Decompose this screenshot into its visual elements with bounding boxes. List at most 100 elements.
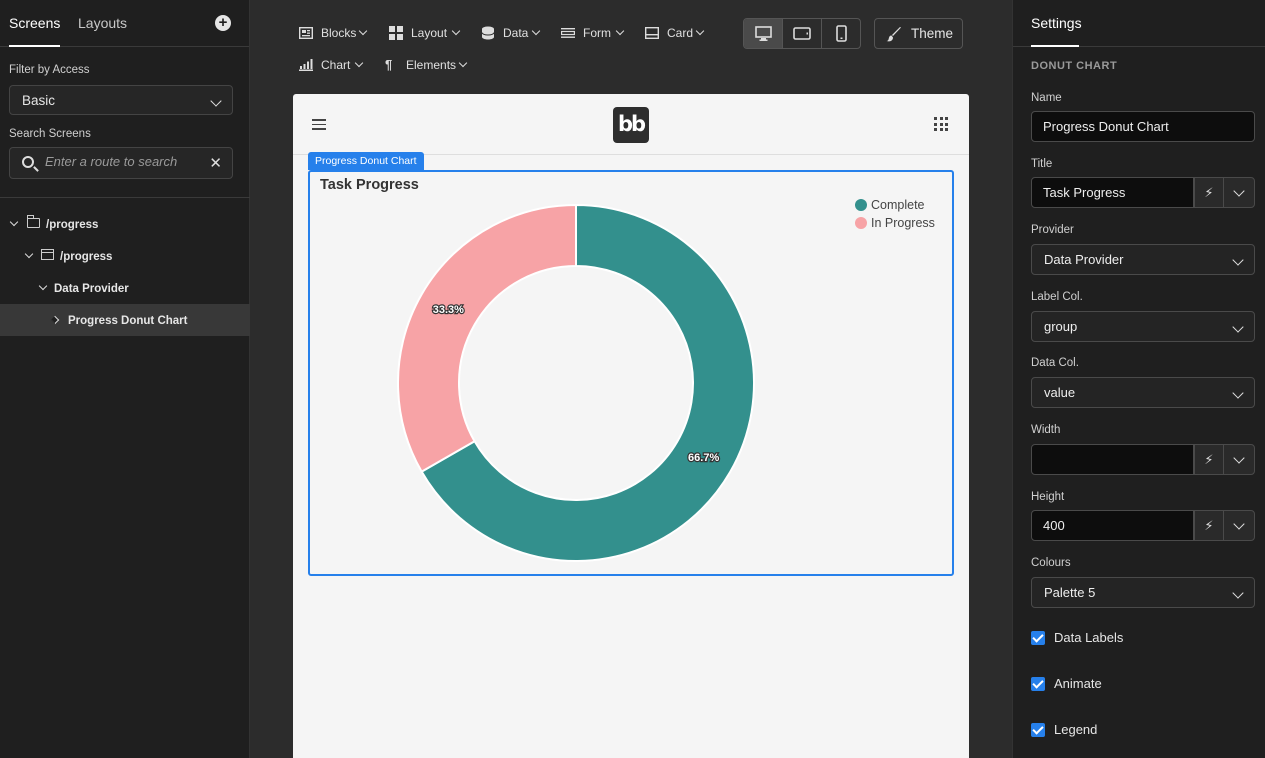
- tree-item-data-provider[interactable]: Data Provider: [0, 272, 250, 304]
- checkbox-checked-icon[interactable]: [1031, 677, 1045, 691]
- name-label: Name: [1031, 92, 1062, 104]
- tablet-view-button[interactable]: [783, 19, 822, 48]
- section-title: DONUT CHART: [1031, 60, 1118, 72]
- donut-data-label: 66.7%: [688, 452, 719, 464]
- data-col-value: value: [1044, 385, 1076, 400]
- donut-data-label: 33.3%: [433, 304, 464, 316]
- width-label: Width: [1031, 424, 1061, 436]
- donut-slice-in-progress[interactable]: [397, 203, 577, 474]
- toolbar-card[interactable]: Card: [645, 26, 705, 42]
- lightning-icon[interactable]: ⚡: [1194, 444, 1224, 475]
- toolbar-label: Data: [503, 26, 529, 40]
- tab-settings[interactable]: Settings: [1031, 15, 1082, 47]
- tree-item-label: /progress: [46, 219, 99, 231]
- screen-tree: /progress /progress Data Provider Progre…: [0, 208, 250, 336]
- chevron-down-icon: [458, 58, 468, 68]
- theme-button[interactable]: Theme: [874, 18, 963, 49]
- chevron-right-icon[interactable]: [50, 315, 60, 325]
- blocks-icon: [299, 27, 313, 39]
- checkbox-label: Data Labels: [1054, 630, 1124, 645]
- toolbar-label: Chart: [321, 58, 351, 72]
- tree-item-screen[interactable]: /progress: [0, 240, 250, 272]
- apps-grid-icon[interactable]: [934, 117, 948, 131]
- checkbox-checked-icon[interactable]: [1031, 631, 1045, 645]
- component-tag[interactable]: Progress Donut Chart: [308, 152, 424, 170]
- tablet-icon: [793, 27, 811, 40]
- toolbar-label: Elements: [406, 58, 457, 72]
- toolbar-label: Form: [583, 26, 611, 40]
- chevron-down-icon[interactable]: [9, 217, 19, 227]
- toolbar-label: Card: [667, 26, 694, 40]
- width-field[interactable]: [1031, 444, 1194, 475]
- left-tabs: Screens Layouts +: [0, 0, 249, 47]
- chevron-down-icon: [1232, 587, 1244, 599]
- menu-icon[interactable]: [312, 119, 326, 130]
- tree-item-route[interactable]: /progress: [0, 208, 250, 240]
- toolbar-data[interactable]: Data: [481, 26, 541, 42]
- chevron-down-icon: [695, 26, 705, 36]
- card-icon: [645, 27, 659, 39]
- width-dropdown-button[interactable]: [1223, 444, 1255, 475]
- label-col-select[interactable]: group: [1031, 311, 1255, 342]
- colours-select[interactable]: Palette 5: [1031, 577, 1255, 608]
- mobile-view-button[interactable]: [822, 19, 860, 48]
- divider: [0, 197, 250, 198]
- search-input[interactable]: [45, 154, 205, 169]
- height-field[interactable]: 400: [1031, 510, 1194, 541]
- close-icon[interactable]: ✕: [209, 154, 222, 172]
- chevron-down-icon: [615, 26, 625, 36]
- toolbar-layout[interactable]: Layout: [389, 26, 461, 42]
- chevron-down-icon: [1233, 185, 1245, 197]
- data-col-select[interactable]: value: [1031, 377, 1255, 408]
- chevron-down-icon: [1233, 452, 1245, 464]
- toolbar-form[interactable]: Form: [561, 26, 625, 42]
- height-label: Height: [1031, 491, 1065, 503]
- database-icon: [481, 26, 495, 40]
- checkbox-checked-icon[interactable]: [1031, 723, 1045, 737]
- height-dropdown-button[interactable]: [1223, 510, 1255, 541]
- toolbar-blocks[interactable]: Blocks: [299, 26, 369, 42]
- lightning-icon[interactable]: ⚡: [1194, 177, 1224, 208]
- theme-label: Theme: [911, 26, 954, 41]
- access-select[interactable]: Basic: [9, 85, 233, 115]
- toolbar-label: Blocks: [321, 26, 357, 40]
- chevron-down-icon: [1233, 518, 1245, 530]
- data-col-label: Data Col.: [1031, 357, 1079, 369]
- toolbar-chart[interactable]: Chart: [299, 58, 365, 74]
- lightning-icon[interactable]: ⚡: [1194, 510, 1224, 541]
- tree-item-label: /progress: [60, 251, 113, 263]
- search-icon: [22, 156, 34, 168]
- settings-panel: Settings DONUT CHART Name Progress Donut…: [1012, 0, 1265, 758]
- chevron-down-icon: [354, 58, 364, 68]
- desktop-view-button[interactable]: [744, 19, 783, 48]
- folder-icon: [26, 215, 40, 228]
- layout-icon: [389, 26, 403, 40]
- provider-select[interactable]: Data Provider: [1031, 244, 1255, 275]
- toolbar-elements[interactable]: ¶ Elements: [385, 57, 469, 74]
- brush-icon: [886, 27, 901, 42]
- checkbox-label: Legend: [1054, 722, 1098, 737]
- tree-item-label: Data Provider: [54, 283, 129, 295]
- title-dropdown-button[interactable]: [1223, 177, 1255, 208]
- tab-layouts[interactable]: Layouts: [78, 15, 127, 31]
- right-tabs: Settings: [1013, 0, 1265, 47]
- toolbar-label: Layout: [411, 26, 448, 40]
- app-root: Screens Layouts + Filter by Access Basic…: [0, 0, 1265, 758]
- colours-value: Palette 5: [1044, 585, 1096, 600]
- title-label: Title: [1031, 158, 1053, 170]
- chart-icon: [299, 59, 313, 71]
- add-screen-icon[interactable]: +: [215, 15, 231, 31]
- tree-item-donut-chart[interactable]: Progress Donut Chart: [0, 304, 250, 336]
- title-field[interactable]: Task Progress: [1031, 177, 1194, 208]
- chevron-down-icon[interactable]: [24, 249, 34, 259]
- chevron-down-icon: [210, 95, 222, 107]
- chevron-down-icon[interactable]: [38, 281, 48, 291]
- form-icon: [561, 28, 575, 38]
- name-field[interactable]: Progress Donut Chart: [1031, 111, 1255, 142]
- colours-label: Colours: [1031, 557, 1071, 569]
- tree-item-label: Progress Donut Chart: [68, 315, 188, 327]
- donut-chart-component[interactable]: Task Progress Complete In Progress 66.7%…: [308, 170, 954, 576]
- preview-canvas: bb Progress Donut Chart Task Progress Co…: [293, 94, 969, 758]
- tab-screens[interactable]: Screens: [9, 15, 61, 47]
- app-navbar: bb: [293, 94, 969, 155]
